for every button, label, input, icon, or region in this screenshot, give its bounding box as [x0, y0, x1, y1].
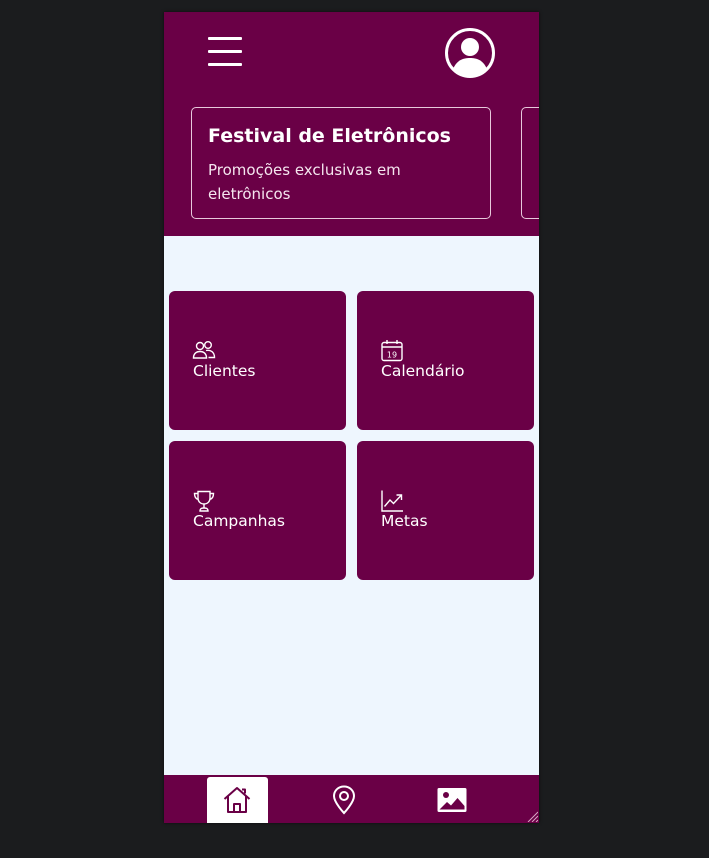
menu-line [208, 50, 242, 53]
trophy-icon [193, 490, 215, 512]
calendar-icon: 19 [381, 340, 403, 362]
bottom-nav [164, 775, 539, 823]
nav-home[interactable] [207, 777, 268, 823]
promo-banner[interactable]: Festival de Eletrônicos Promoções exclus… [191, 107, 491, 219]
nav-location[interactable] [314, 777, 375, 823]
promo-banner-next[interactable] [521, 107, 539, 219]
profile-button[interactable] [444, 27, 496, 79]
tile-label: Metas [381, 512, 428, 530]
user-circle-icon [445, 28, 495, 78]
tile-label: Clientes [193, 362, 256, 380]
app-screen: Festival de Eletrônicos Promoções exclus… [164, 12, 539, 823]
image-icon [437, 788, 467, 812]
tile-label: Campanhas [193, 512, 285, 530]
chart-line-icon [381, 490, 403, 512]
header: Festival de Eletrônicos Promoções exclus… [164, 12, 539, 236]
menu-line [208, 37, 242, 40]
users-icon [192, 341, 216, 359]
nav-gallery[interactable] [421, 777, 482, 823]
menu-button[interactable] [208, 37, 244, 67]
resize-grip-icon[interactable] [526, 810, 538, 822]
menu-line [208, 63, 242, 66]
banner-title: Festival de Eletrônicos [208, 125, 451, 147]
tile-campanhas[interactable]: Campanhas [169, 441, 346, 580]
tile-calendario[interactable]: 19 Calendário [357, 291, 534, 430]
tile-label: Calendário [381, 362, 465, 380]
calendar-day-text: 19 [387, 351, 397, 360]
home-icon [223, 787, 251, 813]
tile-metas[interactable]: Metas [357, 441, 534, 580]
tile-clientes[interactable]: Clientes [169, 291, 346, 430]
map-pin-icon [332, 785, 356, 815]
banner-description: Promoções exclusivas em eletrônicos [208, 161, 401, 203]
